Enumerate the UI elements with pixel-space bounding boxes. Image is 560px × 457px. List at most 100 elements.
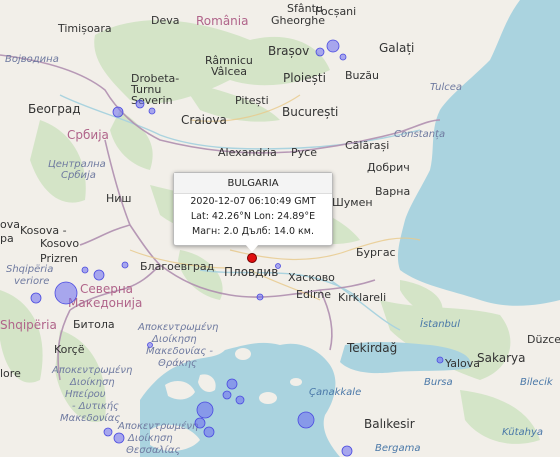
- map-label-greek-admin-3: Μακεδονίας -: [146, 345, 213, 357]
- map-label-haskovo: Хасково: [288, 271, 335, 284]
- quake-marker[interactable]: [339, 53, 347, 61]
- map-label-kosova: Kosova -: [20, 224, 67, 237]
- map-label-bursa: Bursa: [424, 377, 453, 388]
- map-label-kosovo: Kosovo: [40, 237, 79, 250]
- map-label-greek-west-4: - Δυτικής: [72, 400, 119, 412]
- map-label-plovdiv: Пловдив: [224, 265, 278, 279]
- quake-marker[interactable]: [326, 39, 340, 53]
- map-label-veriore: veriore: [14, 276, 49, 287]
- map-label-bucuresti: București: [282, 105, 338, 119]
- quake-marker[interactable]: [194, 417, 206, 429]
- map-label-yalova: Yalova: [444, 357, 480, 370]
- quake-marker[interactable]: [113, 432, 125, 444]
- map-label-srbija2: Србија: [61, 169, 96, 181]
- map-label-korce: Korçë: [54, 343, 85, 356]
- map-label-greek-west-1: Αποκεντρωμένη: [51, 364, 132, 376]
- popup-datetime: 2020-12-07 06:10:49 GMT: [190, 196, 316, 207]
- quake-marker[interactable]: [148, 107, 156, 115]
- map-label-shqiperia-veriore: Shqipëria: [6, 264, 53, 275]
- map-label-romania: România: [196, 14, 248, 28]
- map-label-galati: Galați: [379, 41, 414, 55]
- quake-marker[interactable]: [135, 99, 145, 109]
- map-label-bilecik: Bilecik: [520, 377, 554, 388]
- map-label-srbija: Србија: [67, 128, 109, 142]
- quake-marker[interactable]: [222, 390, 232, 400]
- map-label-severna: Северна: [80, 282, 133, 296]
- quake-popup: BULGARIA 2020-12-07 06:10:49 GMT Lat: 42…: [173, 172, 333, 246]
- quake-marker[interactable]: [30, 292, 42, 304]
- quake-marker[interactable]: [196, 401, 214, 419]
- map-label-lore: lore: [0, 367, 21, 380]
- map-label-varna: Варна: [375, 185, 410, 198]
- map-label-sakarya: Sakarya: [477, 351, 525, 365]
- map-label-greek-west-5: Μακεδονίας: [60, 412, 120, 424]
- map-label-bitola: Битола: [73, 318, 115, 331]
- quake-marker[interactable]: [341, 445, 353, 457]
- quake-marker[interactable]: [297, 411, 315, 429]
- map-label-istanbul: İstanbul: [420, 317, 460, 330]
- map-label-balikesir: Balıkesir: [364, 417, 415, 431]
- quake-marker[interactable]: [235, 395, 245, 405]
- map-label-greek-west-3: Ηπείρου: [65, 388, 106, 400]
- map-label-greek-south-3: Θεσσαλίας: [126, 444, 180, 456]
- map-label-greek-west-2: Διοίκηση: [69, 376, 115, 388]
- map-label-tulcea: Tulcea: [430, 82, 462, 93]
- quake-marker[interactable]: [226, 378, 238, 390]
- map-label-greek-south-2: Διοίκηση: [127, 432, 173, 444]
- map-label-buzau: Buzău: [345, 69, 379, 82]
- quake-marker[interactable]: [147, 342, 153, 348]
- quake-marker[interactable]: [203, 426, 215, 438]
- quake-marker[interactable]: [81, 266, 89, 274]
- map-label-shumen: Шумен: [332, 196, 373, 209]
- map-label-greek-admin-4: Θράκης: [158, 357, 197, 369]
- map-label-shqiperia: Shqipëria: [0, 318, 57, 332]
- map-label-centralna: Централна: [48, 159, 106, 170]
- map-label-focsani: Focșani: [315, 5, 356, 18]
- map-label-greek-admin-1: Αποκεντρωμένη: [137, 321, 218, 333]
- map-label-duzce: Düzce: [527, 333, 560, 346]
- map-label-pa: pa: [0, 232, 14, 245]
- quake-marker[interactable]: [121, 261, 129, 269]
- quake-marker[interactable]: [103, 427, 113, 437]
- map-label-ploiesti: Ploiești: [283, 71, 326, 85]
- popup-tip: [245, 244, 259, 252]
- quake-marker[interactable]: [54, 281, 78, 305]
- map-label-ova: ova: [0, 218, 20, 231]
- quake-marker[interactable]: [275, 263, 281, 269]
- map-label-vojvodina: Војводина: [5, 53, 59, 65]
- popup-details: Магн: 2.0 Дълб: 14.0 км.: [192, 226, 314, 237]
- map-label-makedonija: Македонија: [68, 296, 142, 310]
- map-label-canakkale: Çanakkale: [309, 387, 361, 398]
- selected-quake-marker[interactable]: [247, 253, 257, 263]
- map-label-craiova: Craiova: [181, 113, 227, 127]
- map-label-blagoevgrad: Благоевград: [140, 260, 215, 273]
- popup-title: BULGARIA: [174, 173, 332, 194]
- map-label-bergama: Bergama: [375, 443, 420, 454]
- earthquake-map[interactable]: Timișoara Deva România Sfântu Gheorghe F…: [0, 0, 560, 457]
- map-label-greek-south-1: Αποκεντρωμένη: [117, 420, 198, 432]
- quake-marker[interactable]: [112, 106, 124, 118]
- map-label-valcea: Vâlcea: [211, 65, 247, 78]
- map-label-brasov: Brașov: [268, 44, 309, 58]
- map-label-greek-admin-2: Διοίκηση: [151, 333, 197, 345]
- map-label-beograd: Београд: [28, 102, 81, 116]
- map-label-edirne: Edirne: [296, 288, 331, 301]
- map-label-nish: Ниш: [106, 192, 132, 205]
- map-label-alexandria: Alexandria: [218, 146, 277, 159]
- quake-marker[interactable]: [256, 293, 264, 301]
- map-label-constanta: Constanța: [394, 129, 445, 140]
- map-label-ruse: Русе: [291, 146, 317, 159]
- map-label-tekirdag: Tekirdağ: [346, 341, 397, 355]
- map-label-deva: Deva: [151, 14, 180, 27]
- quake-marker[interactable]: [436, 356, 444, 364]
- map-label-calarasi: Călărași: [345, 139, 389, 152]
- map-label-kutahya: Kütahya: [502, 427, 543, 438]
- map-label-pitesti: Pitești: [235, 94, 269, 107]
- map-label-timisoara: Timișoara: [57, 22, 112, 35]
- map-label-dobrich: Добрич: [367, 161, 410, 174]
- quake-marker[interactable]: [315, 47, 325, 57]
- popup-coords: Lat: 42.26°N Lon: 24.89°E: [190, 211, 316, 222]
- map-label-kirklareli: Kırklareli: [338, 291, 386, 304]
- map-label-burgas: Бургас: [356, 246, 396, 259]
- quake-marker[interactable]: [93, 269, 105, 281]
